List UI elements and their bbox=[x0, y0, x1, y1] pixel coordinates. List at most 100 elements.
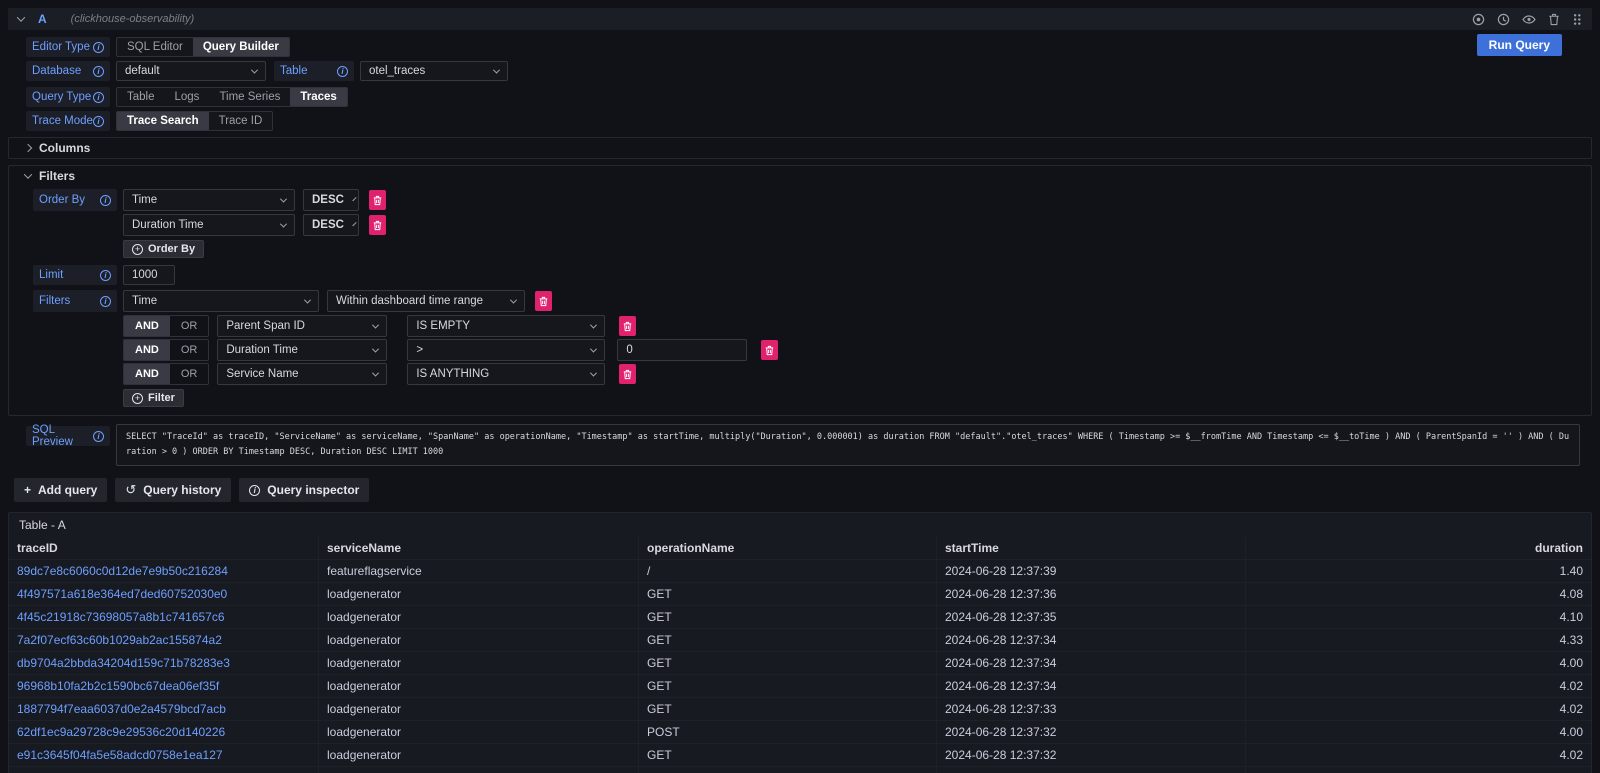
filter-field-select[interactable]: Duration Time bbox=[217, 339, 387, 361]
add-query-button[interactable]: + Add query bbox=[14, 478, 107, 502]
trace-search-option[interactable]: Trace Search bbox=[117, 112, 209, 130]
query-type-timeseries-option[interactable]: Time Series bbox=[209, 88, 290, 106]
filters-section-header[interactable]: Filters bbox=[9, 166, 1591, 186]
filter-operator-select[interactable]: IS ANYTHING bbox=[407, 363, 605, 385]
time-filter-row: Filters i Time Within dashboard time ran… bbox=[33, 290, 1591, 312]
run-query-button[interactable]: Run Query bbox=[1477, 34, 1562, 56]
table-row: 4f497571a618e364ed7ded60752030e0 loadgen… bbox=[9, 582, 1591, 605]
trace-id-link[interactable]: 4f497571a618e364ed7ded60752030e0 bbox=[9, 583, 319, 605]
panel-title: Table - A bbox=[9, 513, 1591, 537]
trace-id-link[interactable]: 62df1ec9a29728c9e29536c20d140226 bbox=[9, 721, 319, 743]
query-type-traces-option[interactable]: Traces bbox=[290, 88, 346, 106]
trace-id-link[interactable]: 89dc7e8c6060c0d12de7e9b50c216284 bbox=[9, 560, 319, 582]
start-time-cell: 2024-06-28 12:37:32 bbox=[937, 744, 1246, 766]
sql-preview-row: SQL Preview i SELECT "TraceId" as traceI… bbox=[26, 424, 1592, 466]
service-name-cell: loadgenerator bbox=[319, 698, 639, 720]
table-body: 89dc7e8c6060c0d12de7e9b50c216284 feature… bbox=[9, 559, 1591, 773]
trace-id-option[interactable]: Trace ID bbox=[209, 112, 273, 130]
info-icon[interactable]: i bbox=[93, 92, 104, 103]
remove-order-by-button[interactable] bbox=[369, 215, 386, 235]
eye-icon[interactable] bbox=[1522, 13, 1536, 26]
filter-field-select[interactable]: Service Name bbox=[217, 363, 387, 385]
info-icon[interactable]: i bbox=[100, 270, 111, 281]
remove-filter-button[interactable] bbox=[619, 364, 636, 384]
table-select[interactable]: otel_traces bbox=[360, 61, 508, 81]
trace-id-link[interactable]: db9704a2bbda34204d159c71b78283e3 bbox=[9, 652, 319, 674]
or-option[interactable]: OR bbox=[170, 340, 209, 360]
trace-id-link[interactable]: 4f45c21918c73698057a8b1c741657c6 bbox=[9, 606, 319, 628]
info-icon[interactable]: i bbox=[100, 296, 111, 307]
trace-id-link[interactable]: 7a2f07ecf63c60b1029ab2ac155874a2 bbox=[9, 629, 319, 651]
info-icon[interactable]: i bbox=[100, 195, 111, 206]
sql-editor-option[interactable]: SQL Editor bbox=[117, 38, 193, 56]
operation-name-cell: / bbox=[639, 560, 937, 582]
operation-name-cell: GET bbox=[639, 629, 937, 651]
order-by-direction-select[interactable]: DESC bbox=[303, 189, 359, 211]
start-time-cell: 2024-06-28 12:37:32 bbox=[937, 767, 1246, 773]
filter-operator-select[interactable]: Within dashboard time range bbox=[327, 290, 525, 312]
info-icon[interactable]: i bbox=[93, 42, 104, 53]
column-header-starttime[interactable]: startTime bbox=[937, 537, 1246, 559]
trace-id-link[interactable]: e67ee7b53870d4c864ca50409ca0e64c bbox=[9, 767, 319, 773]
info-icon[interactable]: i bbox=[337, 66, 348, 77]
service-name-cell: loadgenerator bbox=[319, 652, 639, 674]
operation-name-cell: GET bbox=[639, 652, 937, 674]
trace-id-link[interactable]: 1887794f7eaa6037d0e2a4579bcd7acb bbox=[9, 698, 319, 720]
record-circle-icon[interactable] bbox=[1472, 13, 1485, 26]
column-header-servicename[interactable]: serviceName bbox=[319, 537, 639, 559]
drag-handle-icon[interactable] bbox=[1572, 13, 1582, 26]
and-option[interactable]: AND bbox=[124, 340, 170, 360]
or-option[interactable]: OR bbox=[170, 364, 209, 384]
trace-mode-toggle: Trace Search Trace ID bbox=[116, 111, 273, 131]
and-option[interactable]: AND bbox=[124, 316, 170, 336]
limit-input[interactable]: 1000 bbox=[123, 265, 175, 285]
columns-section: Columns bbox=[8, 137, 1592, 159]
operation-name-cell: GET bbox=[639, 698, 937, 720]
filter-operator-select[interactable]: IS EMPTY bbox=[407, 315, 605, 337]
filter-field-select[interactable]: Parent Span ID bbox=[217, 315, 387, 337]
remove-filter-button[interactable] bbox=[535, 291, 552, 311]
filters-label: Filters i bbox=[33, 290, 117, 312]
query-history-button[interactable]: ↺ Query history bbox=[115, 478, 231, 502]
info-icon: i bbox=[249, 485, 260, 496]
or-option[interactable]: OR bbox=[170, 316, 209, 336]
query-type-logs-option[interactable]: Logs bbox=[165, 88, 210, 106]
filter-value-input[interactable]: 0 bbox=[617, 339, 747, 361]
info-icon[interactable]: i bbox=[93, 66, 104, 77]
add-order-by-button[interactable]: + Order By bbox=[123, 240, 204, 258]
query-row-header[interactable]: A (clickhouse-observability) bbox=[8, 8, 1592, 30]
operation-name-cell: GET bbox=[639, 744, 937, 766]
query-builder-option[interactable]: Query Builder bbox=[193, 38, 289, 56]
remove-filter-button[interactable] bbox=[619, 316, 636, 336]
add-filter-button[interactable]: + Filter bbox=[123, 389, 184, 407]
order-by-field-select[interactable]: Time bbox=[123, 189, 295, 211]
column-header-operationname[interactable]: operationName bbox=[639, 537, 937, 559]
info-icon[interactable]: i bbox=[93, 116, 104, 127]
editor-type-label: Editor Type i bbox=[26, 37, 110, 57]
query-type-table-option[interactable]: Table bbox=[117, 88, 165, 106]
info-icon[interactable]: i bbox=[93, 431, 104, 442]
database-select[interactable]: default bbox=[116, 61, 266, 81]
clock-icon[interactable] bbox=[1497, 13, 1510, 26]
query-editor-card: A (clickhouse-observability) Run Query E… bbox=[8, 8, 1592, 502]
trace-id-link[interactable]: 96968b10fa2b2c1590bc67dea06ef35f bbox=[9, 675, 319, 697]
add-order-by-row: + Order By bbox=[33, 240, 1591, 258]
filter-operator-select[interactable]: > bbox=[407, 339, 605, 361]
column-header-traceid[interactable]: traceID bbox=[9, 537, 319, 559]
order-by-direction-select[interactable]: DESC bbox=[303, 214, 359, 236]
filter-field-select[interactable]: Time bbox=[123, 290, 319, 312]
order-by-field-select[interactable]: Duration Time bbox=[123, 214, 295, 236]
query-inspector-button[interactable]: i Query inspector bbox=[239, 478, 369, 502]
column-header-duration[interactable]: duration bbox=[1246, 537, 1591, 559]
and-option[interactable]: AND bbox=[124, 364, 170, 384]
collapse-chevron-icon[interactable] bbox=[17, 13, 25, 21]
editor-type-row: Editor Type i SQL Editor Query Builder bbox=[26, 37, 1592, 57]
remove-order-by-button[interactable] bbox=[369, 190, 386, 210]
trace-id-link[interactable]: e91c3645f04fa5e58adcd0758e1ea127 bbox=[9, 744, 319, 766]
trash-icon[interactable] bbox=[1548, 13, 1560, 26]
start-time-cell: 2024-06-28 12:37:34 bbox=[937, 652, 1246, 674]
columns-section-header[interactable]: Columns bbox=[9, 138, 1591, 158]
start-time-cell: 2024-06-28 12:37:39 bbox=[937, 560, 1246, 582]
trace-mode-label: Trace Mode i bbox=[26, 111, 110, 131]
remove-filter-button[interactable] bbox=[761, 340, 778, 360]
